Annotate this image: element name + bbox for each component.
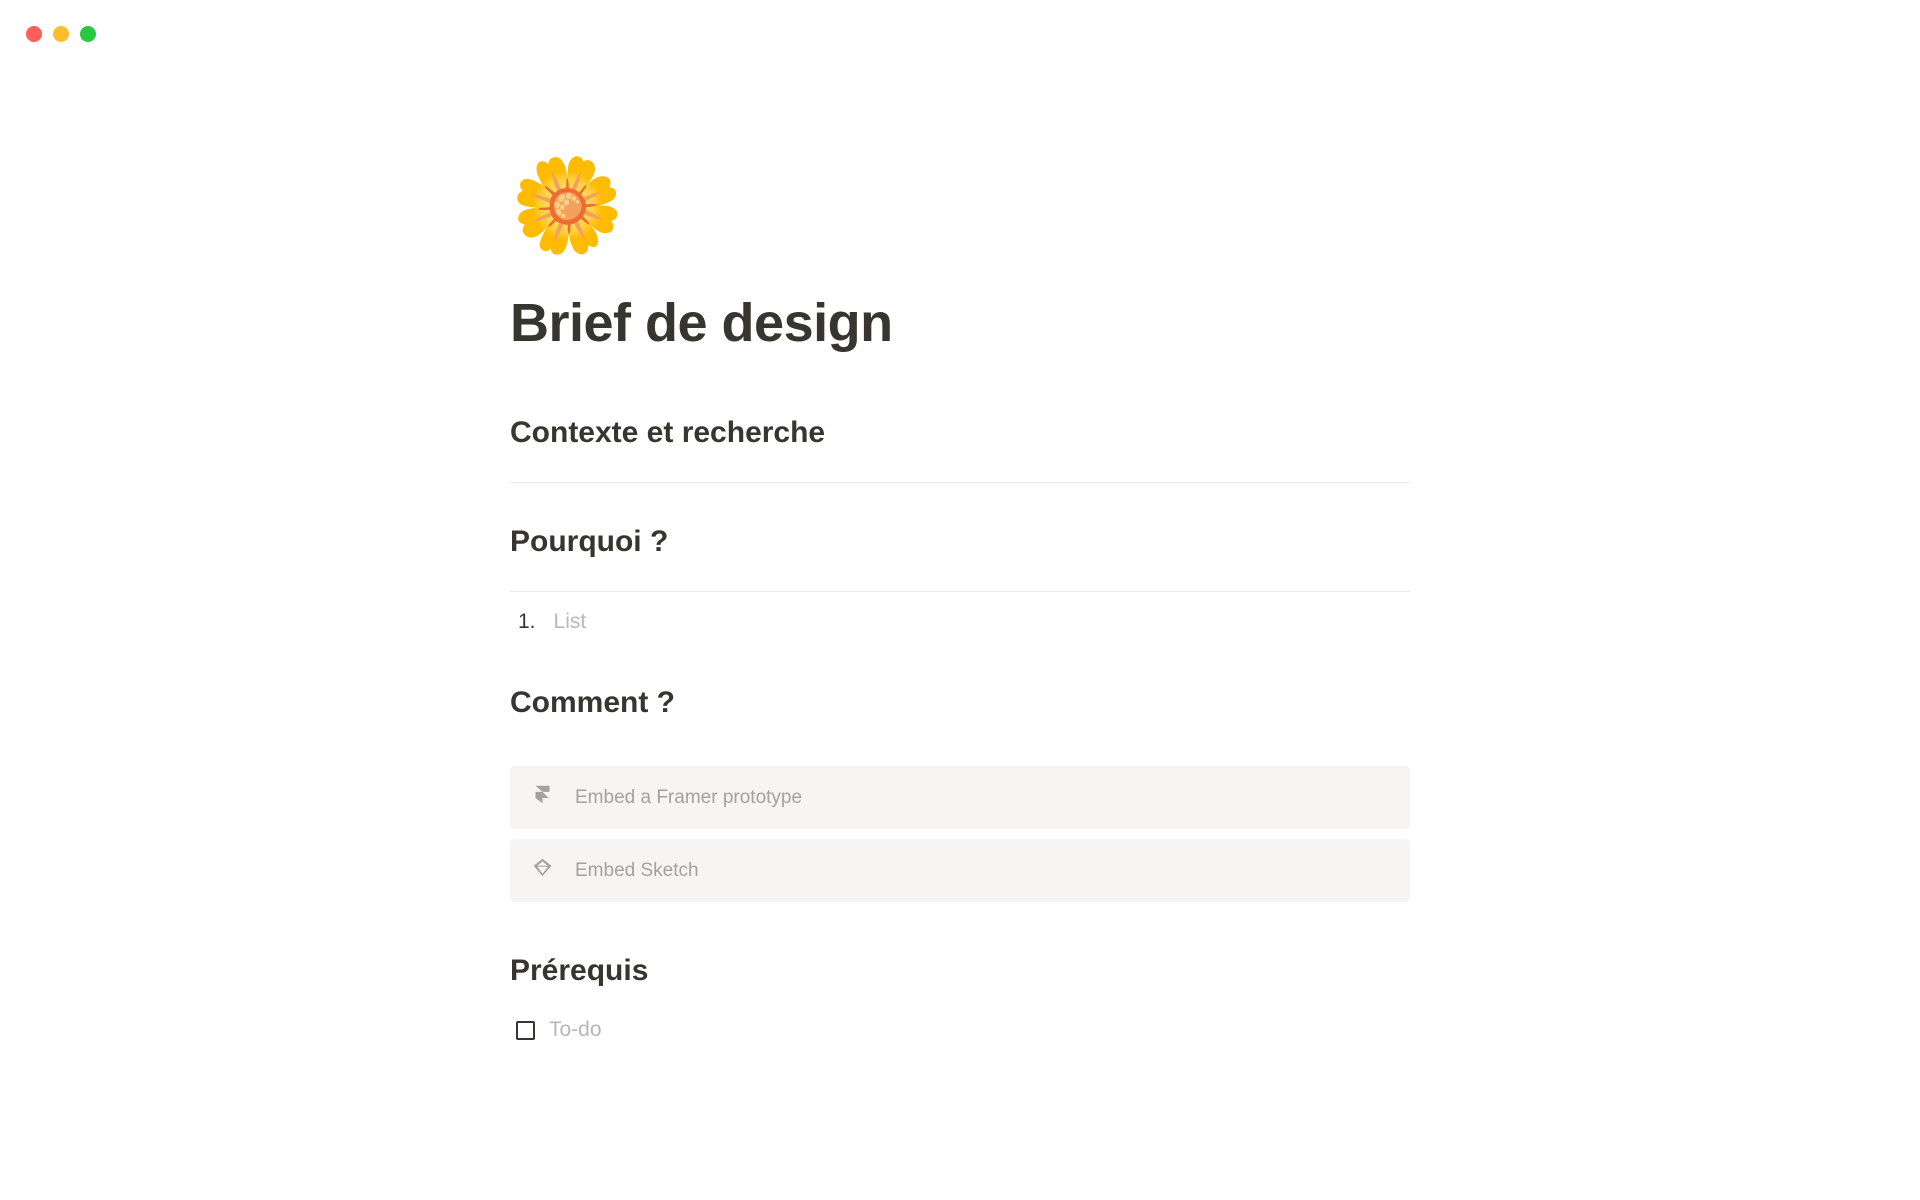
- page-icon[interactable]: 🌼: [510, 160, 625, 252]
- checkbox[interactable]: [516, 1021, 535, 1040]
- list-placeholder[interactable]: List: [554, 610, 587, 634]
- todo-item[interactable]: To-do: [510, 1018, 1410, 1042]
- heading-contexte[interactable]: Contexte et recherche: [510, 416, 1410, 450]
- embed-framer[interactable]: Embed a Framer prototype: [510, 766, 1410, 829]
- heading-pourquoi[interactable]: Pourquoi ?: [510, 525, 1410, 559]
- divider: [510, 482, 1410, 483]
- list-item[interactable]: 1. List: [518, 610, 1410, 634]
- app-window: 🌼 Brief de design Contexte et recherche …: [0, 0, 1920, 1200]
- numbered-list[interactable]: 1. List: [510, 610, 1410, 634]
- list-number: 1.: [518, 610, 536, 634]
- embed-label: Embed Sketch: [575, 860, 699, 882]
- heading-prerequis[interactable]: Prérequis: [510, 954, 1410, 988]
- embed-sketch[interactable]: Embed Sketch: [510, 839, 1410, 902]
- minimize-window-button[interactable]: [53, 26, 69, 42]
- window-controls: [26, 26, 96, 42]
- maximize-window-button[interactable]: [80, 26, 96, 42]
- embed-label: Embed a Framer prototype: [575, 787, 802, 809]
- page-title[interactable]: Brief de design: [510, 292, 1410, 354]
- document-page: 🌼 Brief de design Contexte et recherche …: [510, 0, 1410, 1042]
- framer-icon: [532, 784, 553, 811]
- heading-comment[interactable]: Comment ?: [510, 686, 1410, 720]
- sketch-icon: [532, 857, 553, 884]
- close-window-button[interactable]: [26, 26, 42, 42]
- divider: [510, 591, 1410, 592]
- todo-placeholder[interactable]: To-do: [549, 1018, 602, 1042]
